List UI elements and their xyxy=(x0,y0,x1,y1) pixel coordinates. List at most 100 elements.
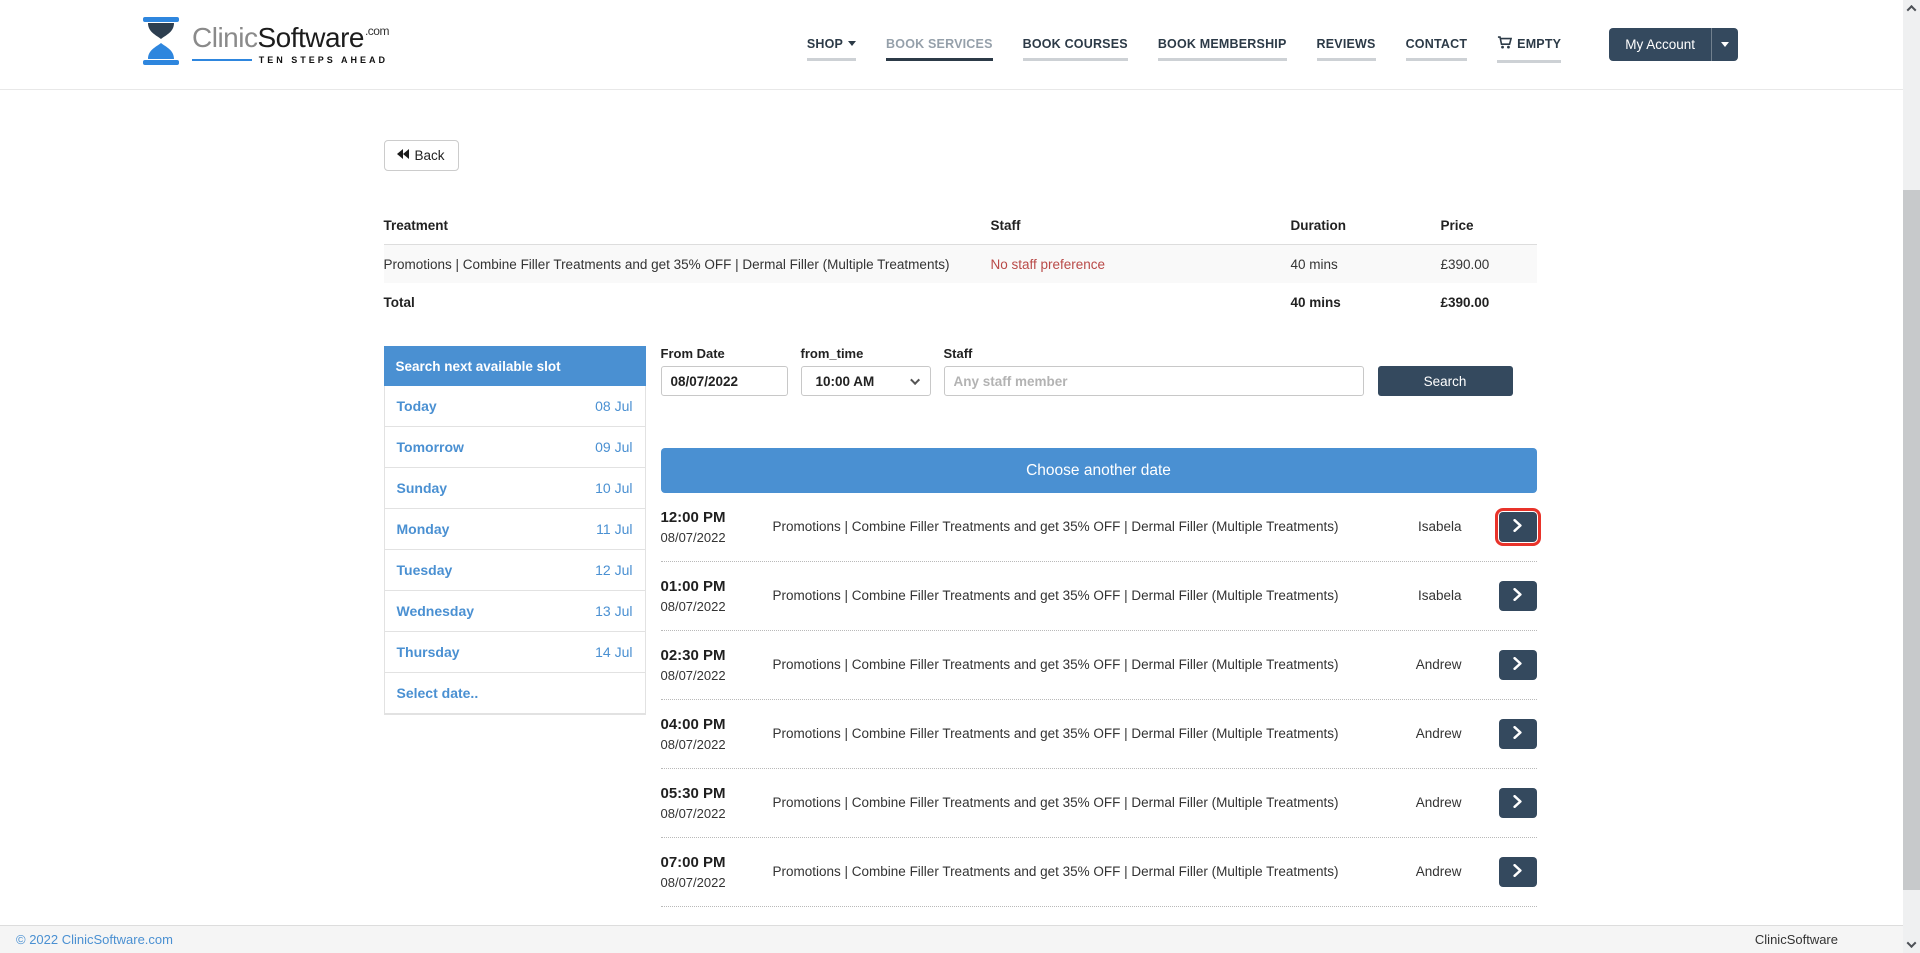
next-available-slot-panel: Search next available slot Today 08 Jul … xyxy=(384,346,646,715)
nav-item[interactable]: CONTACT xyxy=(1406,21,1468,69)
time-slot-row: 05:30 PM 08/07/2022 Promotions | Combine… xyxy=(661,769,1537,838)
order-table-row: Promotions | Combine Filler Treatments a… xyxy=(384,245,1537,283)
brand-tagline: TEN STEPS AHEAD xyxy=(259,55,388,65)
order-summary-table: Treatment Staff Duration Price Promotion… xyxy=(384,207,1537,321)
slot-panel-day-item[interactable]: Select date.. xyxy=(385,673,645,714)
from-time-select[interactable]: 10:00 AM xyxy=(801,366,931,396)
slot-treatment: Promotions | Combine Filler Treatments a… xyxy=(773,864,1416,879)
brand-name-part1: Clinic xyxy=(192,22,257,53)
nav-item-label: REVIEWS xyxy=(1317,37,1376,51)
chevron-down-icon xyxy=(1907,938,1917,948)
nav-item-label: CONTACT xyxy=(1406,37,1468,51)
staff-input[interactable] xyxy=(944,366,1364,396)
time-slot-row: 07:00 PM 08/07/2022 Promotions | Combine… xyxy=(661,838,1537,907)
book-slot-button[interactable] xyxy=(1499,650,1537,680)
footer-brand: ClinicSoftware xyxy=(1755,932,1838,947)
nav-item-label: BOOK MEMBERSHIP xyxy=(1158,37,1287,51)
vertical-scrollbar[interactable] xyxy=(1903,0,1920,953)
slot-date: 08/07/2022 xyxy=(661,806,773,821)
main-nav: SHOP BOOK SERVICES BOOK COURSES BOOK MEM… xyxy=(807,19,1561,71)
nav-item[interactable]: REVIEWS xyxy=(1317,21,1376,69)
total-label: Total xyxy=(384,291,991,314)
book-slot-button[interactable] xyxy=(1499,719,1537,749)
hourglass-logo-icon xyxy=(140,17,182,72)
slot-panel-day-item[interactable]: Sunday 10 Jul xyxy=(385,468,645,509)
time-slot-row: 02:30 PM 08/07/2022 Promotions | Combine… xyxy=(661,631,1537,700)
nav-item[interactable]: BOOK SERVICES xyxy=(886,21,993,69)
day-label: Thursday xyxy=(397,644,460,660)
choose-another-date-button[interactable]: Choose another date xyxy=(661,448,1537,493)
book-slot-button[interactable] xyxy=(1499,581,1537,611)
nav-item[interactable]: BOOK COURSES xyxy=(1023,21,1128,69)
account-dropdown-toggle[interactable] xyxy=(1711,28,1738,61)
chevron-right-icon xyxy=(1513,726,1522,742)
slot-staff-name: Isabela xyxy=(1418,588,1462,603)
from-date-input[interactable] xyxy=(661,366,788,396)
day-date: 08 Jul xyxy=(595,398,632,414)
brand-tagline-rule xyxy=(192,59,252,61)
day-label: Tuesday xyxy=(397,562,453,578)
footer-copyright-link[interactable]: © 2022 ClinicSoftware.com xyxy=(16,932,173,947)
brand-wordmark: ClinicSoftware.com TEN STEPS AHEAD xyxy=(192,24,388,65)
day-label: Select date.. xyxy=(397,685,479,701)
from-time-value: 10:00 AM xyxy=(816,374,875,389)
time-slot-row: 04:00 PM 08/07/2022 Promotions | Combine… xyxy=(661,700,1537,769)
my-account-label: My Account xyxy=(1609,28,1711,61)
day-date: 11 Jul xyxy=(596,521,632,537)
slot-treatment: Promotions | Combine Filler Treatments a… xyxy=(773,726,1416,741)
nav-item[interactable]: BOOK MEMBERSHIP xyxy=(1158,21,1287,69)
chevron-up-icon xyxy=(1907,5,1917,15)
search-button[interactable]: Search xyxy=(1378,366,1513,396)
scroll-up-button[interactable] xyxy=(1903,0,1920,17)
order-duration: 40 mins xyxy=(1291,253,1441,276)
day-date: 13 Jul xyxy=(595,603,632,619)
time-slot-list: 12:00 PM 08/07/2022 Promotions | Combine… xyxy=(661,493,1537,907)
nav-item[interactable]: SHOP xyxy=(807,21,856,69)
book-slot-button[interactable] xyxy=(1499,788,1537,818)
slot-time: 05:30 PM xyxy=(661,785,773,802)
rewind-back-icon xyxy=(396,148,410,163)
scrollbar-thumb[interactable] xyxy=(1903,190,1920,890)
day-label: Monday xyxy=(397,521,450,537)
slot-date: 08/07/2022 xyxy=(661,737,773,752)
brand-logo[interactable]: ClinicSoftware.com TEN STEPS AHEAD xyxy=(140,17,388,72)
chevron-right-icon xyxy=(1513,588,1522,604)
nav-item-label: BOOK SERVICES xyxy=(886,37,993,51)
order-price: £390.00 xyxy=(1441,253,1537,276)
slot-staff-name: Isabela xyxy=(1418,519,1462,534)
nav-item-label: SHOP xyxy=(807,37,843,51)
slot-panel-day-item[interactable]: Thursday 14 Jul xyxy=(385,632,645,673)
nav-item[interactable]: EMPTY xyxy=(1497,19,1561,71)
slot-panel-day-item[interactable]: Tuesday 12 Jul xyxy=(385,550,645,591)
book-slot-button[interactable] xyxy=(1499,512,1537,542)
col-header-duration: Duration xyxy=(1291,214,1441,237)
back-button-label: Back xyxy=(415,148,445,163)
chevron-right-icon xyxy=(1513,795,1522,811)
chevron-down-icon xyxy=(1721,42,1729,47)
brand-tld: .com xyxy=(365,24,389,38)
slot-panel-day-item[interactable]: Tomorrow 09 Jul xyxy=(385,427,645,468)
day-date: 12 Jul xyxy=(595,562,632,578)
order-staff-preference: No staff preference xyxy=(991,253,1291,276)
slot-time: 12:00 PM xyxy=(661,509,773,526)
slot-search-form: From Date from_time 10:00 AM Staff Searc… xyxy=(661,346,1537,396)
header: ClinicSoftware.com TEN STEPS AHEAD SHOP … xyxy=(0,0,1920,90)
col-header-treatment: Treatment xyxy=(384,214,991,237)
slot-panel-day-item[interactable]: Wednesday 13 Jul xyxy=(385,591,645,632)
chevron-right-icon xyxy=(1513,519,1522,535)
day-label: Today xyxy=(397,398,437,414)
back-button[interactable]: Back xyxy=(384,140,459,171)
from-date-label: From Date xyxy=(661,346,788,361)
col-header-staff: Staff xyxy=(991,214,1291,237)
book-slot-button[interactable] xyxy=(1499,857,1537,887)
slot-panel-day-item[interactable]: Monday 11 Jul xyxy=(385,509,645,550)
day-label: Tomorrow xyxy=(397,439,464,455)
day-date: 14 Jul xyxy=(595,644,632,660)
scroll-down-button[interactable] xyxy=(1903,936,1920,953)
day-label: Sunday xyxy=(397,480,448,496)
my-account-button[interactable]: My Account xyxy=(1609,28,1738,61)
nav-item-label: EMPTY xyxy=(1517,37,1561,51)
col-header-price: Price xyxy=(1441,214,1537,237)
slot-panel-day-item[interactable]: Today 08 Jul xyxy=(385,386,645,427)
slot-date: 08/07/2022 xyxy=(661,530,773,545)
